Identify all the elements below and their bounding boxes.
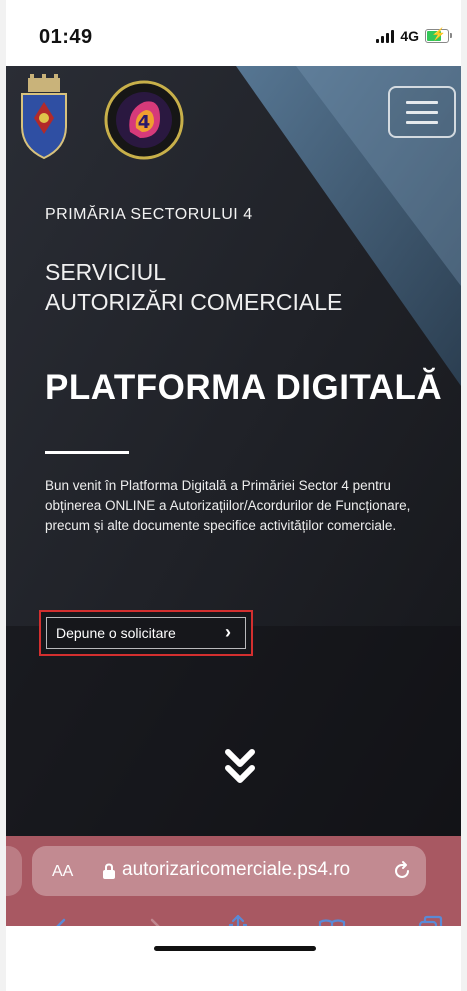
chevron-right-icon: › bbox=[225, 622, 231, 642]
hamburger-menu-button[interactable] bbox=[388, 86, 456, 138]
double-chevron-down-icon[interactable] bbox=[222, 742, 258, 792]
battery-charging-icon: ⚡ bbox=[425, 27, 452, 43]
intro-paragraph-2: precum și alte documente specifice activ… bbox=[45, 518, 397, 533]
page-title: PLATFORMA DIGITALĂ bbox=[45, 368, 443, 407]
submit-request-button[interactable]: Depune o solicitare › bbox=[46, 617, 246, 649]
round-emblem-logo: 4 bbox=[104, 80, 184, 160]
submit-request-label: Depune o solicitare bbox=[56, 625, 176, 641]
service-line-1: SERVICIUL bbox=[45, 259, 167, 285]
network-label: 4G bbox=[400, 28, 419, 44]
address-bar[interactable]: AA autorizaricomerciale.ps4.ro bbox=[32, 846, 426, 896]
signal-icon bbox=[376, 29, 395, 43]
reader-settings-button[interactable]: AA bbox=[52, 863, 73, 881]
lock-icon bbox=[103, 863, 115, 879]
status-bar: 01:49 4G ⚡ bbox=[6, 0, 461, 66]
home-indicator[interactable] bbox=[154, 946, 316, 951]
status-time: 01:49 bbox=[39, 26, 93, 48]
title-divider bbox=[45, 451, 129, 454]
status-right: 4G ⚡ bbox=[376, 27, 452, 44]
kicker-text: PRIMĂRIA SECTORULUI 4 bbox=[45, 206, 253, 223]
reload-icon[interactable] bbox=[390, 859, 414, 883]
hamburger-icon bbox=[406, 101, 438, 104]
cta-highlight-frame: Depune o solicitare › bbox=[39, 610, 253, 656]
previous-tab-peek[interactable] bbox=[6, 846, 22, 896]
intro-text: Bun venit în Platforma Digitală a Primăr… bbox=[45, 476, 450, 536]
home-area bbox=[6, 926, 461, 991]
service-line-2: AUTORIZĂRI COMERCIALE bbox=[45, 289, 343, 315]
svg-text:4: 4 bbox=[138, 112, 151, 133]
hero-section: 4 PRIMĂRIA SECTORULUI 4 SERVICIUL AUTORI… bbox=[6, 66, 461, 836]
url-text: autorizaricomerciale.ps4.ro bbox=[122, 859, 351, 880]
phone-screen: 01:49 4G ⚡ 4 PRIMĂRIA SECTORULUI 4 SERVI… bbox=[6, 0, 461, 991]
intro-paragraph-1: Bun venit în Platforma Digitală a Primăr… bbox=[45, 478, 411, 513]
crest-logo bbox=[21, 74, 67, 160]
